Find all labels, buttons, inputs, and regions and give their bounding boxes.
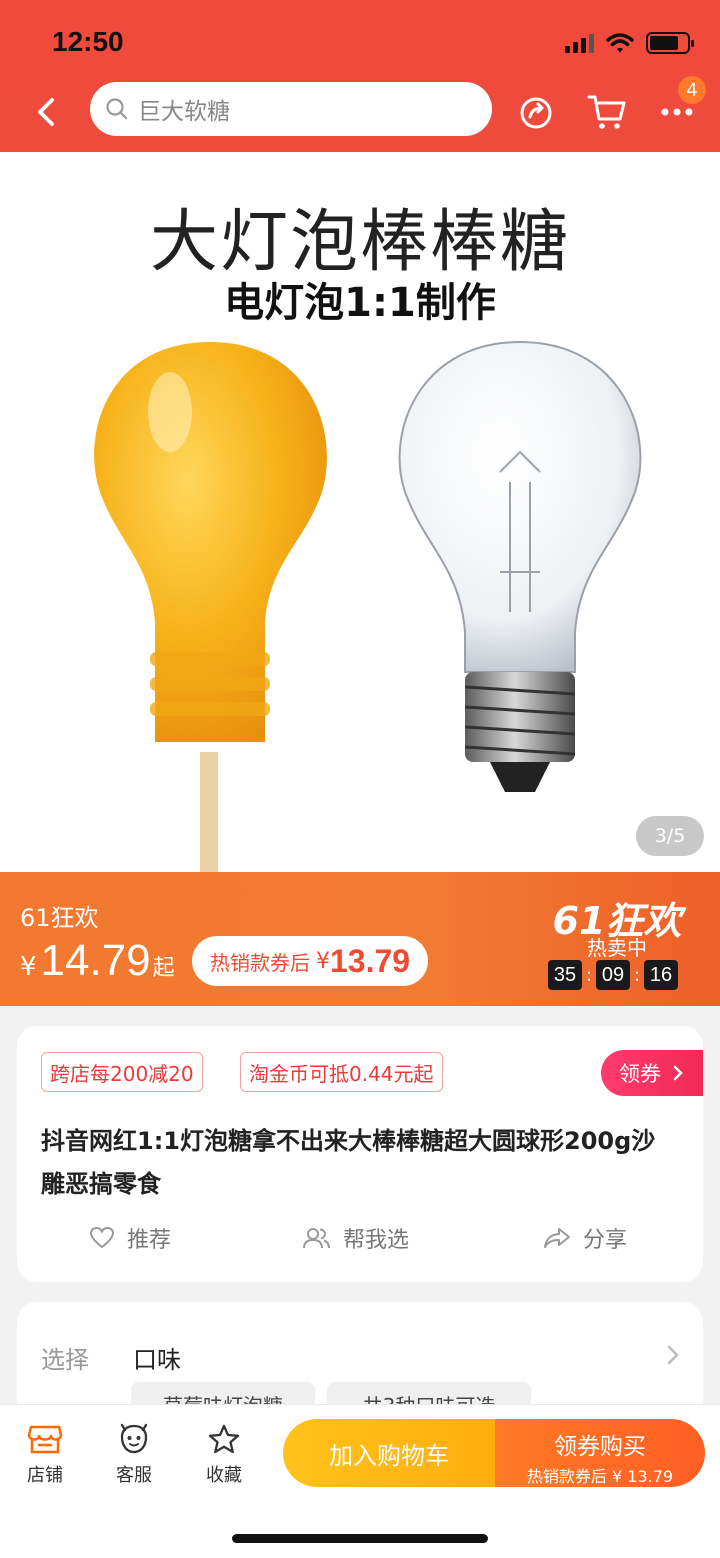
service-icon <box>120 1423 148 1454</box>
options-value: 口味 <box>133 1346 181 1374</box>
star-icon <box>208 1424 240 1454</box>
wifi-icon <box>606 33 634 53</box>
share-icon[interactable] <box>516 92 556 132</box>
countdown-minutes: 09 <box>596 960 630 990</box>
share-button[interactable]: 分享 <box>543 1222 627 1254</box>
hero-subtitle: 电灯泡1:1制作 <box>224 280 496 326</box>
countdown-separator: : <box>633 964 641 986</box>
price-suffix: 起 <box>152 956 175 981</box>
search-placeholder: 巨大软糖 <box>138 99 230 125</box>
promo-label: 61狂欢 <box>20 904 99 932</box>
status-time: 12:50 <box>52 26 124 57</box>
store-label: 店铺 <box>27 1465 63 1486</box>
image-page-indicator: 3/5 <box>636 816 704 856</box>
product-image-carousel[interactable]: 大灯泡棒棒糖 电灯泡1:1制作 3/5 <box>0 152 720 872</box>
promo-tag-coins[interactable]: 淘金币可抵0.44元起 <box>240 1052 443 1092</box>
countdown-timer: 35 : 09 : 16 <box>548 960 678 990</box>
recommend-label: 推荐 <box>127 1228 172 1253</box>
battery-icon <box>646 32 694 54</box>
lightbulb-image <box>94 340 642 872</box>
countdown-separator: : <box>585 964 593 986</box>
heart-icon <box>89 1226 115 1249</box>
search-input[interactable]: 巨大软糖 <box>90 82 492 136</box>
coupon-price-pill: 热销款券后 ¥ 13.79 <box>192 936 429 986</box>
product-title: 抖音网红1:1灯泡糖拿不出来大棒棒糖超大圆球形200g沙雕恶搞零食 <box>41 1127 656 1198</box>
service-label: 客服 <box>116 1465 152 1486</box>
help-choose-label: 帮我选 <box>343 1228 410 1253</box>
buy-main-label: 领券购买 <box>554 1434 646 1460</box>
coupon-label: 热销款券后 <box>210 950 310 975</box>
cart-icon[interactable] <box>586 92 628 132</box>
promo-tag-discount[interactable]: 跨店每200减20 <box>41 1052 203 1092</box>
get-coupon-label: 领券 <box>619 1062 661 1086</box>
product-page: 12:50 巨大软糖 4 大灯泡棒棒糖 电灯泡1:1制作 3/5 61狂欢 ¥ … <box>0 0 720 1558</box>
countdown-hours: 35 <box>548 960 582 990</box>
add-to-cart-label: 加入购物车 <box>329 1441 449 1470</box>
product-info-card: 跨店每200减20 淘金币可抵0.44元起 领券 抖音网红1:1灯泡糖拿不出来大… <box>17 1026 703 1282</box>
price-currency: ¥ <box>20 952 37 982</box>
recommend-button[interactable]: 推荐 <box>89 1222 171 1254</box>
buy-with-coupon-button[interactable]: 领券购买 热销款券后 ¥ 13.79 <box>495 1419 705 1487</box>
back-button[interactable] <box>28 92 64 132</box>
hot-sale-label: 热卖中 <box>587 936 647 960</box>
service-tab[interactable]: 客服 <box>104 1423 164 1487</box>
store-icon <box>27 1425 63 1454</box>
home-indicator[interactable] <box>232 1534 488 1543</box>
search-icon <box>106 98 128 120</box>
header-bar: 12:50 巨大软糖 4 <box>0 0 720 152</box>
options-label: 选择 <box>41 1346 89 1374</box>
get-coupon-button[interactable]: 领券 <box>601 1050 703 1096</box>
coupon-currency: ¥ <box>316 948 330 974</box>
signal-icon <box>565 33 594 53</box>
price-value: 14.79 <box>40 936 151 985</box>
share-label: 分享 <box>583 1228 628 1253</box>
coupon-price: 13.79 <box>330 942 411 979</box>
share-arrow-icon <box>544 1228 570 1248</box>
buy-sub-label: 热销款券后 ¥ 13.79 <box>526 1467 674 1486</box>
store-tab[interactable]: 店铺 <box>15 1423 75 1487</box>
favorite-tab[interactable]: 收藏 <box>194 1423 254 1487</box>
price: ¥ 14.79 起 <box>20 936 175 986</box>
countdown-seconds: 16 <box>644 960 678 990</box>
add-to-cart-button[interactable]: 加入购物车 <box>283 1419 495 1487</box>
chevron-right-icon <box>667 1345 679 1365</box>
favorite-label: 收藏 <box>206 1465 242 1486</box>
product-actions: 推荐 帮我选 分享 <box>17 1222 703 1262</box>
chevron-right-icon <box>673 1065 683 1081</box>
help-choose-button[interactable]: 帮我选 <box>301 1222 409 1254</box>
status-icons <box>565 32 694 54</box>
people-icon <box>303 1228 330 1249</box>
notification-badge: 4 <box>676 74 708 106</box>
